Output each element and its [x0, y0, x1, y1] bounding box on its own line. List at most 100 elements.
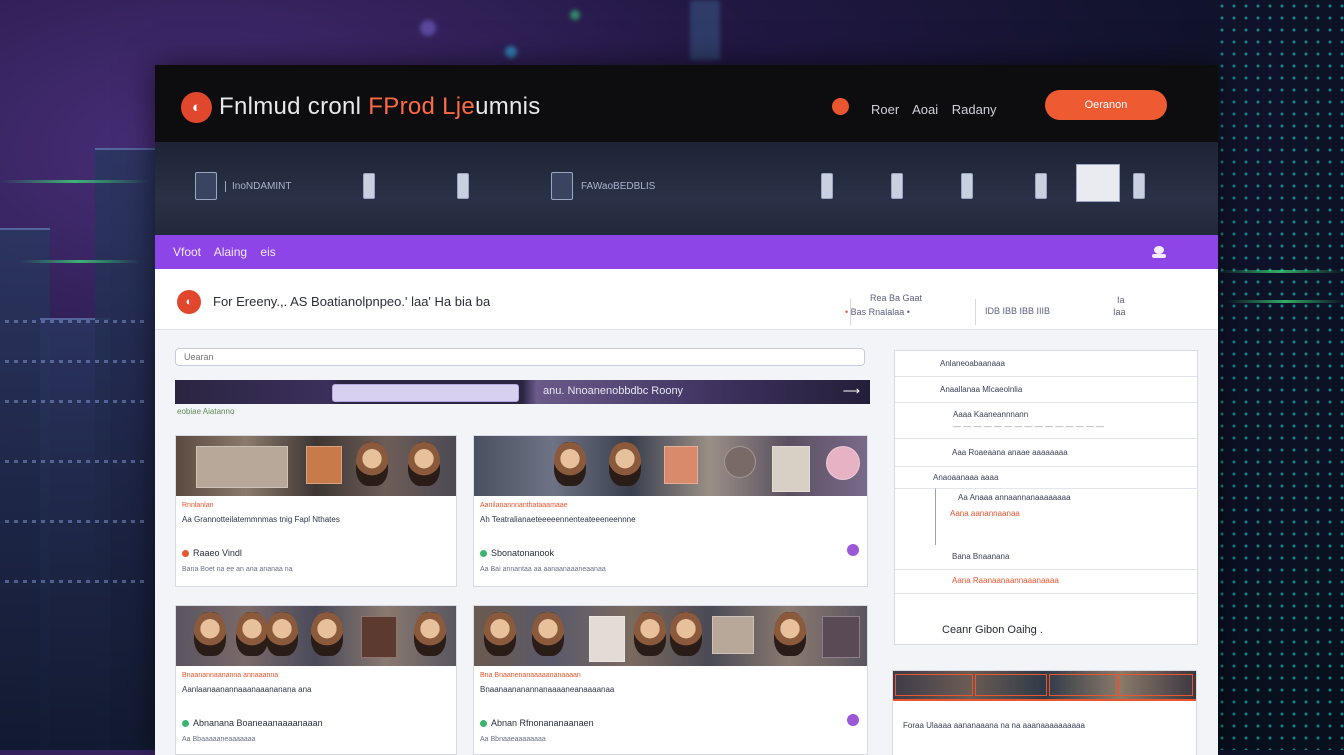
hero-banner: InoNDAMINT FAWaoBEDBLIS — [155, 142, 1218, 235]
content-card[interactable]: Bna Bnaanenanaaaaananaaaan Bnaanaananann… — [473, 605, 868, 755]
bokeh-light — [505, 46, 517, 58]
card-image — [176, 606, 456, 666]
page-title: For Ereeny.,. AS Boatianolpnpeo.' laa' H… — [213, 294, 491, 309]
card-summary: Aanlaanaanannaaanaaananana ana — [182, 685, 312, 694]
arrow-right-icon[interactable]: ⟶ — [843, 384, 860, 398]
card-image — [474, 606, 867, 666]
card-author: Abnanana Boaneaanaaaanaaan — [182, 718, 323, 728]
breadcrumb-bar: Vfoot Alaing eis — [155, 235, 1218, 269]
meta-stats: IDB IBB IBB IIIB — [985, 306, 1051, 316]
content-card[interactable]: Bnaanannaananna annaaanna Aanlaanaananna… — [175, 605, 457, 755]
meta-bottom: • Bas Rnalalaa • — [845, 307, 910, 317]
banner-item[interactable] — [457, 166, 469, 206]
panel-row[interactable]: Anlaneoabaanaaa — [895, 351, 1197, 377]
notification-icon[interactable] — [832, 98, 849, 115]
breadcrumb-item[interactable]: Vfoot — [173, 245, 201, 259]
panel-row[interactable]: Aa Anaaa annaannanaaaaaaaa — [958, 493, 1071, 502]
card-category: Bna Bnaanenanaaaaananaaaan — [480, 672, 581, 679]
bar-icon — [363, 173, 375, 199]
card-image — [176, 436, 456, 496]
featured-strip[interactable]: anu. Nnoanenobbdbc Roony ⟶ — [175, 380, 870, 404]
card-summary: Bnaanaananannanaaaaneanaaaanaa — [480, 685, 615, 694]
related-thumbnails — [893, 671, 1196, 701]
card-summary: Ah Teatralianaeteeeeennenteateeeneennne — [480, 515, 636, 524]
bar-icon — [1133, 173, 1145, 199]
panel-row[interactable]: Anaoaanaaa aaaa — [895, 466, 1197, 489]
page-logo-icon: ◐ — [177, 290, 201, 314]
card-footer: Aa Bai annantaa aa aanaanaaaneaanaa — [480, 566, 606, 573]
bar-icon — [961, 173, 973, 199]
featured-title: anu. Nnoanenobbdbc Roony — [543, 385, 684, 397]
card-footer: Aa Bbnaaeaaaaaaaa — [480, 736, 546, 743]
bokeh-light — [570, 10, 580, 20]
panel-row[interactable]: Aana Raanaanaannaaanaaaa — [895, 569, 1197, 594]
card-summary: Aa Grannotteilatemmnmas tnig Fapl Nthate… — [182, 515, 340, 524]
nav-link[interactable]: Roer — [871, 102, 899, 117]
panel-row[interactable]: Aana aanannaanaa — [950, 509, 1020, 518]
card-category: Aanilanannnanthataaamaae — [480, 502, 568, 509]
search-input[interactable] — [175, 348, 865, 366]
divider — [975, 299, 976, 325]
panel-row[interactable]: Bana Bnaanana — [895, 545, 1197, 570]
top-navbar: ◐ Fnlmud cronl FProd Ljeumnis Roer Aoai … — [155, 65, 1218, 142]
banner-item[interactable]: InoNDAMINT — [195, 166, 291, 206]
bar-icon — [457, 173, 469, 199]
card-author: Sbonatonanook — [480, 548, 554, 558]
panel-footer[interactable]: Ceanr Gibon Oaihg . — [942, 624, 1043, 636]
author-icon — [182, 550, 189, 558]
meta-right-bottom: Iaa — [1113, 307, 1126, 317]
banner-item-label: InoNDAMINT — [225, 180, 291, 192]
background-city-left — [0, 0, 160, 750]
nav-link[interactable]: Radany — [952, 102, 997, 117]
meta-top: Rea Ba Gaat — [870, 293, 923, 303]
panel-row[interactable]: Anaallanaa Mlcaeolnlia — [895, 376, 1197, 403]
author-icon — [182, 720, 189, 728]
banner-item[interactable]: FAWaoBEDBLIS — [551, 166, 655, 206]
app-window: ◐ Fnlmud cronl FProd Ljeumnis Roer Aoai … — [155, 65, 1218, 755]
sidebar-panel: Anlaneoabaanaaa Anaallanaa Mlcaeolnlia A… — [894, 350, 1198, 645]
banner-item[interactable] — [1035, 166, 1047, 206]
banner-item[interactable] — [961, 166, 973, 206]
bokeh-light — [420, 20, 436, 36]
panel-row[interactable]: Aaaa Kaaneannnann — — — — — — — — — — — —… — [895, 402, 1197, 439]
card-author: Raaeo Vindl — [182, 548, 242, 558]
bar-icon — [891, 173, 903, 199]
content-card[interactable]: Rnnlanlan Aa Grannotteilatemmnmas tnig F… — [175, 435, 457, 587]
monitor-icon — [551, 172, 573, 200]
card-category: Bnaanannaananna annaaanna — [182, 672, 279, 679]
banner-thumbnail[interactable] — [1076, 164, 1120, 202]
meta-right-top: Ia — [1117, 295, 1125, 305]
brand-logo-icon[interactable]: ◐ — [181, 92, 212, 123]
breadcrumb: Vfoot Alaing eis — [173, 245, 286, 259]
background-city-right — [1216, 0, 1344, 750]
card-footer: Bana Boet na ee an ana ananaa na — [182, 566, 293, 573]
banner-item[interactable] — [891, 166, 903, 206]
banner-item[interactable] — [821, 166, 833, 206]
user-icon[interactable] — [1150, 245, 1168, 259]
nav-link[interactable]: Aoai — [912, 102, 938, 117]
banner-item-label: FAWaoBEDBLIS — [581, 180, 656, 192]
author-icon — [480, 550, 487, 558]
featured-subtitle: eobiae Aiatanno — [177, 407, 235, 416]
brand-tail: umnis — [475, 93, 541, 120]
card-footer: Aa Bbaaaaaneaaaaaaa — [182, 736, 256, 743]
bokeh-light — [690, 0, 720, 60]
bar-icon — [821, 173, 833, 199]
bookmark-icon[interactable] — [847, 714, 859, 726]
breadcrumb-item[interactable]: Alaing — [214, 245, 247, 259]
page-header: ◐ For Ereeny.,. AS Boatianolpnpeo.' laa'… — [155, 269, 1218, 330]
author-icon — [480, 720, 487, 728]
panel-row[interactable]: Aaa Roaeaana anaae aaaaaaaa — [895, 438, 1197, 467]
breadcrumb-item[interactable]: eis — [260, 245, 275, 259]
bookmark-icon[interactable] — [847, 544, 859, 556]
document-icon — [195, 172, 217, 200]
content-card[interactable]: Aanilanannnanthataaamaae Ah Teatralianae… — [473, 435, 868, 587]
brand-name[interactable]: Fnlmud cronl FProd Ljeumnis — [219, 93, 541, 121]
cta-button[interactable]: Oeranon — [1045, 90, 1167, 120]
brand-accent: FProd Lje — [368, 93, 476, 120]
top-links: Roer Aoai Radany — [871, 102, 1007, 117]
card-category: Rnnlanlan — [182, 502, 214, 509]
related-panel[interactable]: Foraa Ulaaaa aananaaana na na aaanaaaaaa… — [892, 670, 1197, 755]
banner-item[interactable] — [1133, 166, 1145, 206]
banner-item[interactable] — [363, 166, 375, 206]
